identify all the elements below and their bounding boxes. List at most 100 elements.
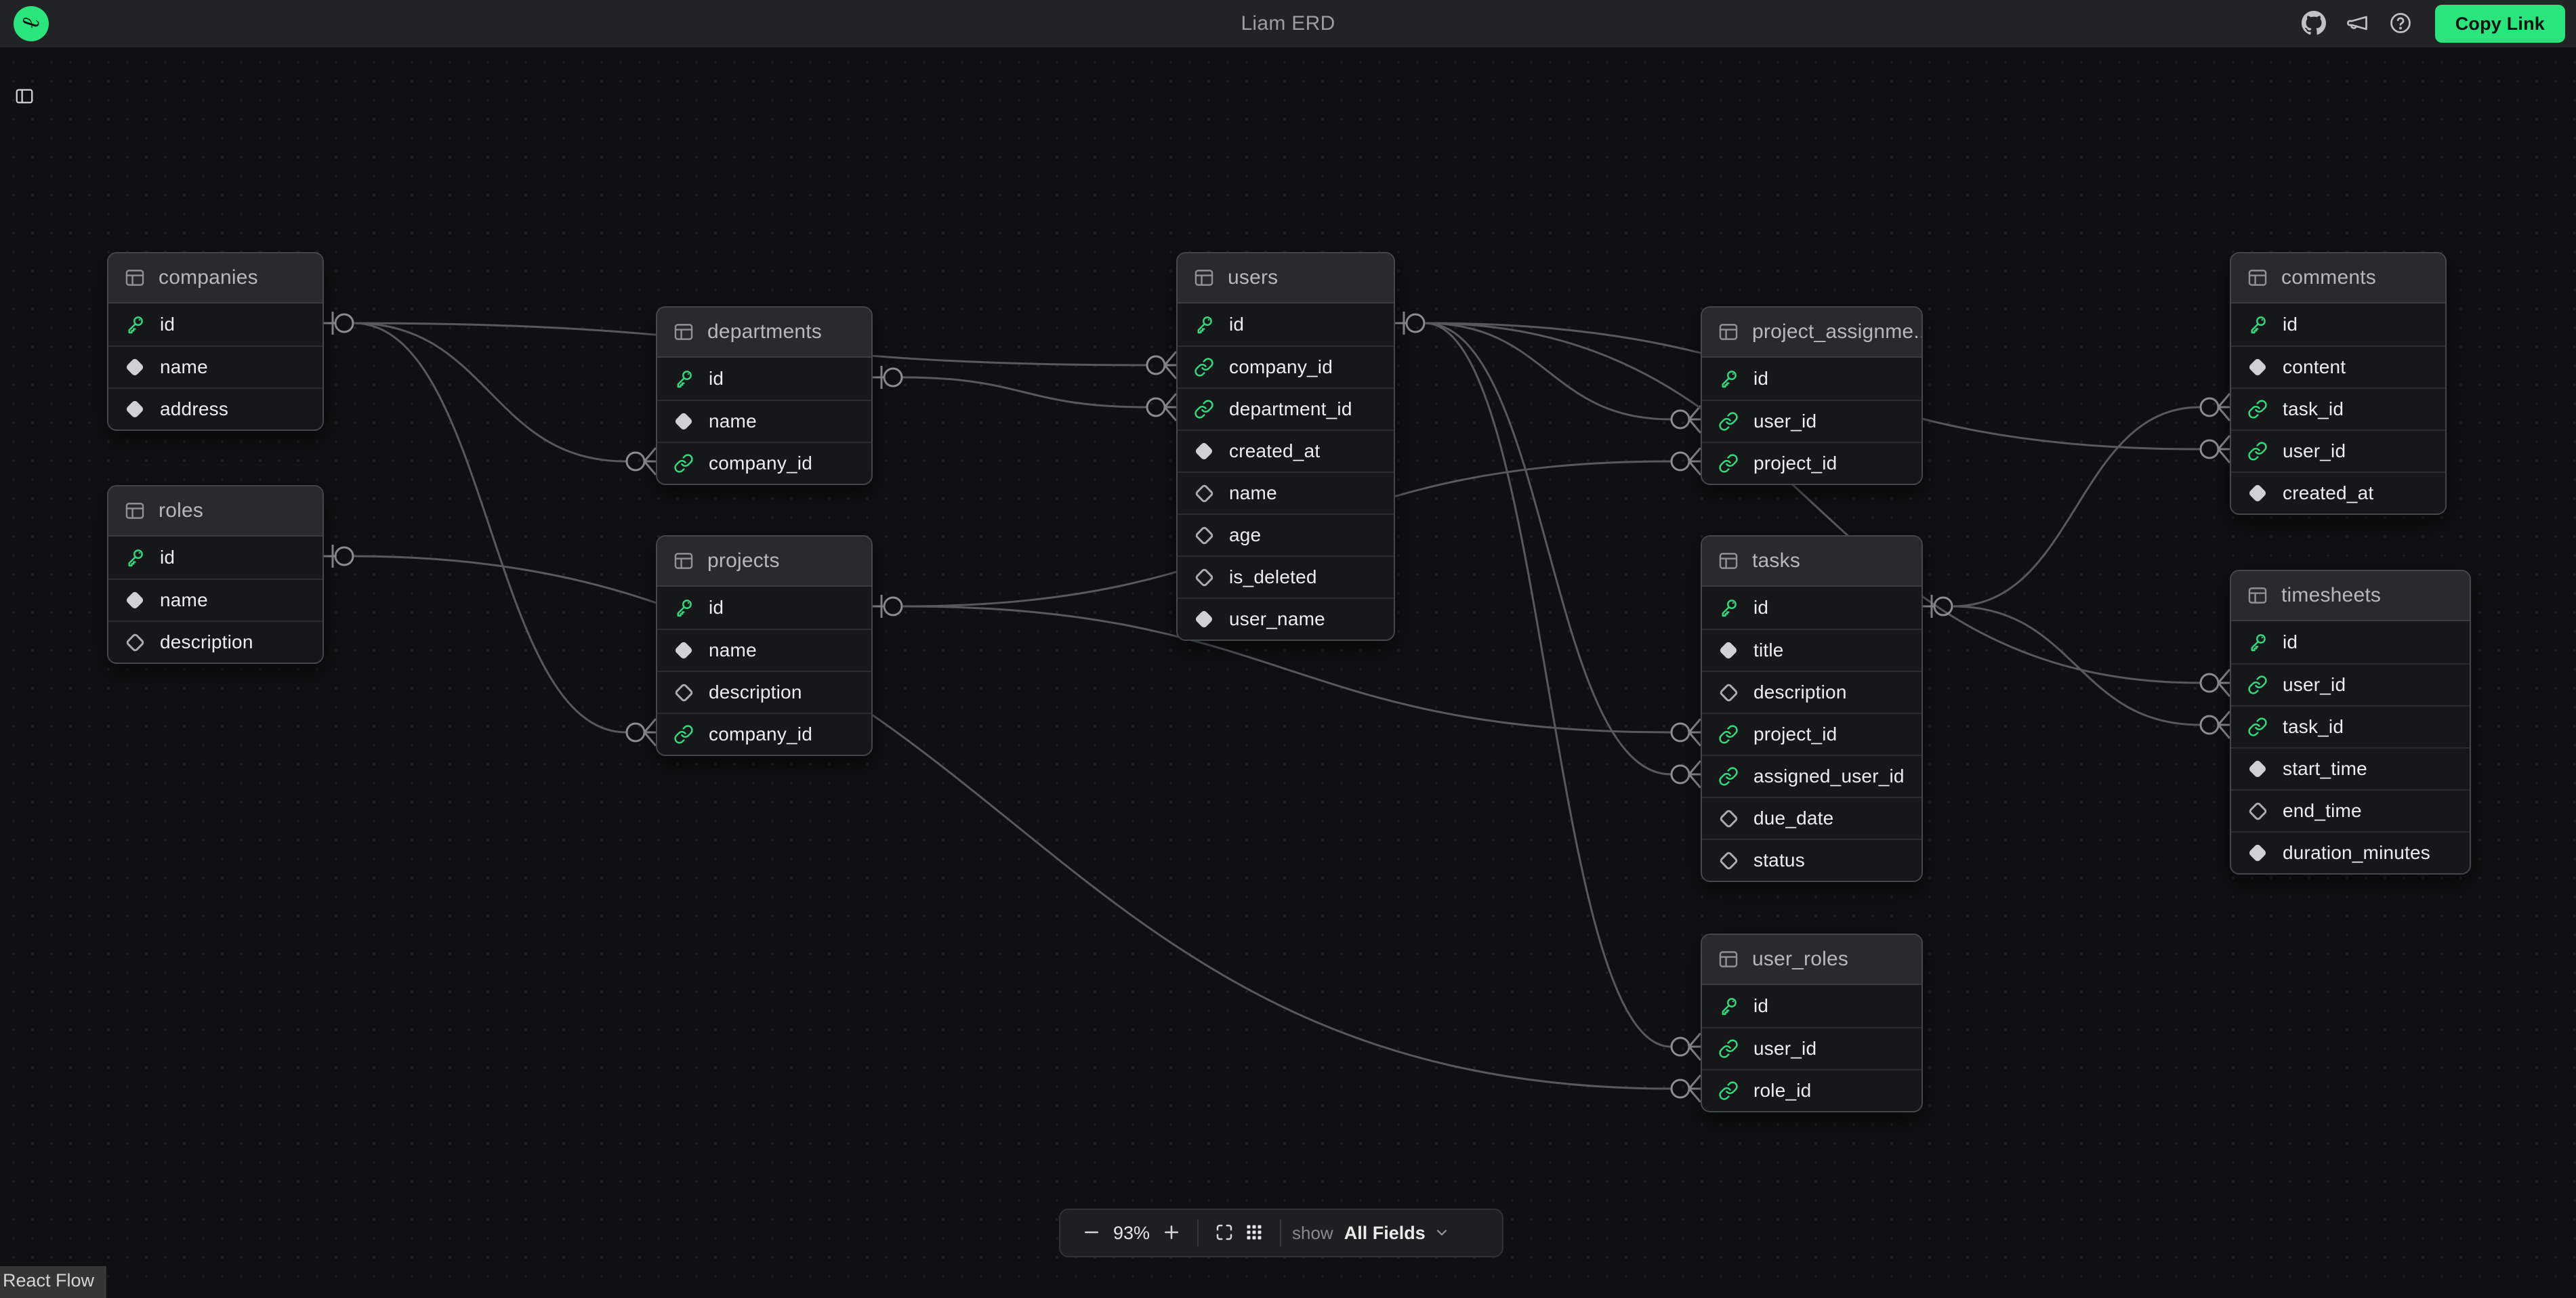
- column-comments-created_at[interactable]: created_at: [2231, 472, 2445, 514]
- copy-link-button[interactable]: Copy Link: [2435, 5, 2565, 43]
- table-title: companies: [159, 266, 258, 289]
- table-projects[interactable]: projects id name description company_id: [656, 535, 873, 756]
- column-comments-user_id[interactable]: user_id: [2231, 430, 2445, 472]
- grid-dots-icon: [1244, 1222, 1264, 1244]
- column-users-id[interactable]: id: [1178, 303, 1394, 346]
- column-projects-company_id[interactable]: company_id: [657, 713, 871, 755]
- foreign-key-icon: [2247, 675, 2268, 695]
- release-notes-button[interactable]: [2339, 5, 2375, 42]
- column-companies-name[interactable]: name: [108, 346, 323, 388]
- table-header[interactable]: tasks: [1702, 537, 1921, 587]
- table-header[interactable]: comments: [2231, 253, 2445, 303]
- nullable-icon: [2247, 801, 2268, 821]
- table-icon: [672, 320, 695, 343]
- column-tasks-description[interactable]: description: [1702, 671, 1921, 713]
- table-users[interactable]: users id company_id department_id create…: [1176, 252, 1395, 641]
- table-title: comments: [2281, 266, 2376, 289]
- column-tasks-id[interactable]: id: [1702, 587, 1921, 629]
- column-projects-name[interactable]: name: [657, 629, 871, 671]
- zoom-out-button[interactable]: [1077, 1216, 1106, 1250]
- column-project_assignments-user_id[interactable]: user_id: [1702, 400, 1921, 442]
- column-project_assignments-id[interactable]: id: [1702, 358, 1921, 400]
- column-users-age[interactable]: age: [1178, 514, 1394, 556]
- nullable-icon: [1194, 567, 1214, 587]
- tidy-up-button[interactable]: [1239, 1216, 1269, 1250]
- column-timesheets-start_time[interactable]: start_time: [2231, 747, 2470, 789]
- help-button[interactable]: [2382, 5, 2419, 42]
- panel-left-icon: [13, 86, 36, 108]
- table-icon: [672, 549, 695, 572]
- column-departments-name[interactable]: name: [657, 400, 871, 442]
- primary-key-icon: [125, 314, 145, 335]
- erd-canvas[interactable]: 93% show All Fields React Flow companies…: [0, 47, 2576, 1294]
- column-user_roles-role_id[interactable]: role_id: [1702, 1069, 1921, 1111]
- table-rows: id name description company_id: [657, 587, 871, 755]
- column-roles-description[interactable]: description: [108, 621, 323, 663]
- column-comments-content[interactable]: content: [2231, 346, 2445, 388]
- table-header[interactable]: projects: [657, 537, 871, 587]
- column-comments-id[interactable]: id: [2231, 303, 2445, 346]
- table-icon: [1717, 320, 1740, 343]
- table-companies[interactable]: companies id name address: [107, 252, 324, 431]
- foreign-key-icon: [1718, 411, 1739, 432]
- column-tasks-title[interactable]: title: [1702, 629, 1921, 671]
- react-flow-attribution[interactable]: React Flow: [0, 1266, 106, 1298]
- table-rows: id name company_id: [657, 358, 871, 484]
- column-departments-company_id[interactable]: company_id: [657, 442, 871, 484]
- column-roles-name[interactable]: name: [108, 579, 323, 621]
- fit-view-button[interactable]: [1209, 1216, 1239, 1250]
- table-header[interactable]: timesheets: [2231, 571, 2470, 621]
- column-user_roles-user_id[interactable]: user_id: [1702, 1027, 1921, 1069]
- liam-logo[interactable]: ℓ: [14, 6, 49, 41]
- column-roles-id[interactable]: id: [108, 537, 323, 579]
- table-header[interactable]: departments: [657, 308, 871, 358]
- column-tasks-assigned_user_id[interactable]: assigned_user_id: [1702, 755, 1921, 797]
- sidebar-toggle-button[interactable]: [9, 83, 39, 110]
- table-header[interactable]: user_roles: [1702, 935, 1921, 985]
- table-departments[interactable]: departments id name company_id: [656, 306, 873, 485]
- column-users-name[interactable]: name: [1178, 472, 1394, 514]
- table-header[interactable]: roles: [108, 486, 323, 537]
- column-timesheets-id[interactable]: id: [2231, 621, 2470, 663]
- column-user_roles-id[interactable]: id: [1702, 985, 1921, 1027]
- table-title: departments: [707, 320, 822, 343]
- table-header[interactable]: project_assignme...: [1702, 308, 1921, 358]
- column-companies-address[interactable]: address: [108, 388, 323, 430]
- table-title: users: [1228, 266, 1278, 289]
- not-null-icon: [673, 411, 694, 432]
- table-tasks[interactable]: tasks id title description project_id as…: [1701, 535, 1923, 882]
- github-button[interactable]: [2295, 5, 2332, 42]
- column-comments-task_id[interactable]: task_id: [2231, 388, 2445, 430]
- column-timesheets-task_id[interactable]: task_id: [2231, 705, 2470, 747]
- column-timesheets-duration_minutes[interactable]: duration_minutes: [2231, 831, 2470, 873]
- table-timesheets[interactable]: timesheets id user_id task_id start_time…: [2230, 570, 2471, 875]
- nullable-icon: [1718, 682, 1739, 703]
- column-users-user_name[interactable]: user_name: [1178, 598, 1394, 640]
- table-roles[interactable]: roles id name description: [107, 485, 324, 664]
- column-users-department_id[interactable]: department_id: [1178, 388, 1394, 430]
- table-header[interactable]: users: [1178, 253, 1394, 303]
- foreign-key-icon: [1718, 1081, 1739, 1101]
- column-companies-id[interactable]: id: [108, 303, 323, 346]
- column-tasks-due_date[interactable]: due_date: [1702, 797, 1921, 839]
- column-timesheets-user_id[interactable]: user_id: [2231, 663, 2470, 705]
- zoom-in-button[interactable]: [1157, 1216, 1186, 1250]
- table-user_roles[interactable]: user_roles id user_id role_id: [1701, 934, 1923, 1112]
- table-header[interactable]: companies: [108, 253, 323, 303]
- primary-key-icon: [125, 547, 145, 568]
- minus-icon: [1081, 1222, 1102, 1244]
- column-tasks-project_id[interactable]: project_id: [1702, 713, 1921, 755]
- table-comments[interactable]: comments id content task_id user_id crea…: [2230, 252, 2447, 515]
- column-timesheets-end_time[interactable]: end_time: [2231, 789, 2470, 831]
- column-users-company_id[interactable]: company_id: [1178, 346, 1394, 388]
- column-users-is_deleted[interactable]: is_deleted: [1178, 556, 1394, 598]
- show-mode-select[interactable]: All Fields: [1344, 1223, 1450, 1244]
- column-projects-id[interactable]: id: [657, 587, 871, 629]
- foreign-key-icon: [1194, 399, 1214, 419]
- column-departments-id[interactable]: id: [657, 358, 871, 400]
- table-project_assignments[interactable]: project_assignme... id user_id project_i…: [1701, 306, 1923, 485]
- column-project_assignments-project_id[interactable]: project_id: [1702, 442, 1921, 484]
- column-tasks-status[interactable]: status: [1702, 839, 1921, 881]
- column-users-created_at[interactable]: created_at: [1178, 430, 1394, 472]
- column-projects-description[interactable]: description: [657, 671, 871, 713]
